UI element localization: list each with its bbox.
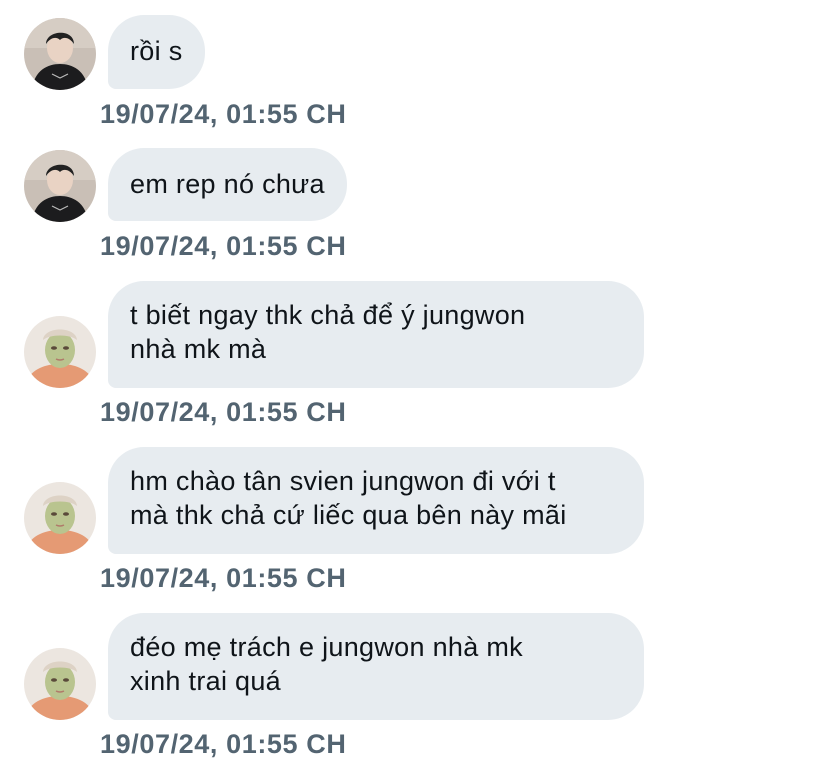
message-timestamp: 19/07/24, 01:55 CH bbox=[100, 729, 347, 759]
message-thread: rồi s 19/07/24, 01:55 CH em rep nó chưa … bbox=[0, 0, 828, 768]
message-timestamp: 19/07/24, 01:55 CH bbox=[100, 231, 347, 261]
avatar[interactable] bbox=[24, 316, 96, 388]
message-timestamp: 19/07/24, 01:55 CH bbox=[100, 397, 347, 427]
avatar[interactable] bbox=[24, 150, 96, 222]
avatar[interactable] bbox=[24, 648, 96, 720]
avatar[interactable] bbox=[24, 482, 96, 554]
message-bubble[interactable]: đéo mẹ trách e jungwon nhà mk xinh trai … bbox=[108, 613, 644, 720]
message-bubble[interactable]: em rep nó chưa bbox=[108, 148, 347, 221]
message-timestamp: 19/07/24, 01:55 CH bbox=[100, 99, 347, 129]
message-bubble[interactable]: rồi s bbox=[108, 15, 205, 89]
avatar[interactable] bbox=[24, 18, 96, 90]
message-timestamp: 19/07/24, 01:55 CH bbox=[100, 563, 347, 593]
message-bubble[interactable]: t biết ngay thk chả để ý jungwon nhà mk … bbox=[108, 281, 644, 388]
message-bubble[interactable]: hm chào tân svien jungwon đi với t mà th… bbox=[108, 447, 644, 554]
